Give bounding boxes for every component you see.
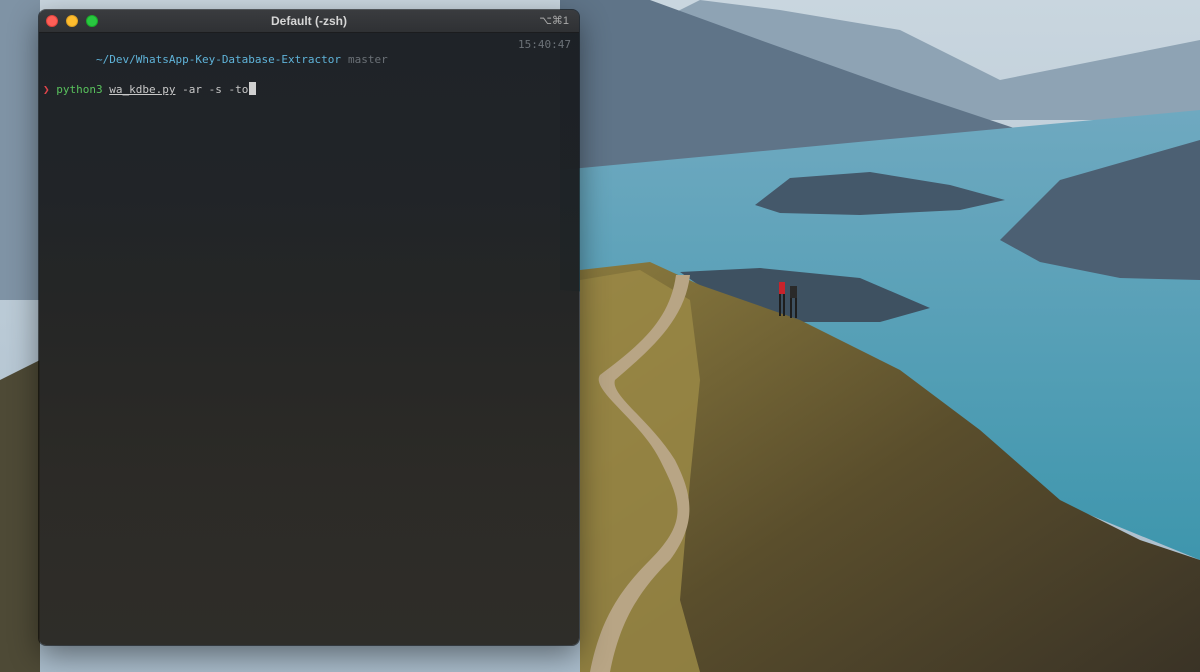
git-branch: master — [348, 53, 388, 66]
window-title: Default (-zsh) — [271, 14, 347, 28]
command-line[interactable]: ❯ python3 wa_kdbe.py -ar -s -to — [43, 82, 571, 97]
command-args: -ar -s -to — [182, 83, 249, 96]
text-cursor — [249, 82, 257, 95]
prompt-time: 15:40:47 — [518, 38, 571, 51]
command-name: python3 — [56, 83, 103, 96]
terminal-window[interactable]: Default (-zsh) ⌥⌘1 ~/Dev/WhatsApp-Key-Da… — [39, 10, 579, 645]
current-directory: ~/Dev/WhatsApp-Key-Database-Extractor — [95, 53, 342, 66]
prompt-info-line: ~/Dev/WhatsApp-Key-Database-Extractor mas… — [43, 37, 571, 82]
title-bar[interactable]: Default (-zsh) ⌥⌘1 — [39, 10, 579, 33]
window-shortcut: ⌥⌘1 — [539, 15, 569, 27]
prompt-arrow-icon: ❯ — [43, 83, 50, 96]
terminal-content[interactable]: ~/Dev/WhatsApp-Key-Database-Extractor mas… — [39, 33, 579, 97]
script-name: wa_kdbe.py — [109, 83, 176, 96]
